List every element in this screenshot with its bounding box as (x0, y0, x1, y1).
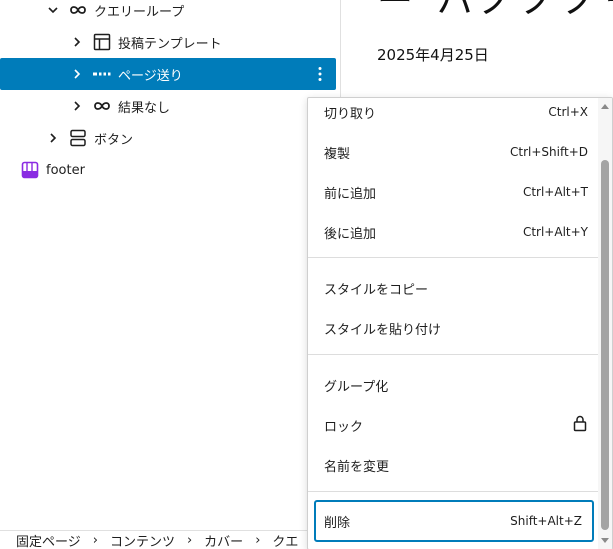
scroll-down-arrow-icon[interactable] (600, 535, 610, 545)
layout-icon (92, 32, 112, 52)
menu-item-label: 切り取り (324, 106, 377, 122)
scrollbar-thumb[interactable] (601, 160, 609, 530)
menu-item-group[interactable]: グループ化 (308, 367, 598, 403)
menu-item-copy-styles[interactable]: スタイルをコピー (308, 270, 598, 306)
breadcrumb-item[interactable]: カバー (204, 531, 243, 549)
chevron-right-icon[interactable] (71, 36, 83, 48)
menu-item-label: 名前を変更 (324, 459, 390, 475)
loop-icon (68, 0, 88, 20)
breadcrumb-item[interactable]: コンテンツ (110, 531, 175, 549)
lock-icon (572, 414, 588, 436)
breadcrumb-chevron-icon: › (92, 532, 98, 548)
list-item-buttons[interactable]: ボタン (0, 122, 336, 154)
list-item-label: ページ送り (118, 68, 183, 84)
menu-item-insert-after[interactable]: 後に追加 Ctrl+Alt+Y (308, 214, 598, 250)
menu-item-shortcut: Shift+Alt+Z (510, 514, 582, 528)
menu-scrollbar[interactable] (598, 98, 612, 549)
menu-item-shortcut: Ctrl+X (548, 105, 588, 119)
options-kebab-icon[interactable] (310, 64, 330, 84)
menu-item-label: スタイルをコピー (324, 282, 429, 298)
menu-item-label: 削除 (324, 515, 351, 531)
buttons-icon (68, 128, 88, 148)
menu-item-label: グループ化 (324, 379, 389, 395)
block-options-menu: 切り取り Ctrl+X 複製 Ctrl+Shift+D 前に追加 Ctrl+Al… (307, 97, 613, 549)
page-heading-fragment: ー ハノノノー (377, 0, 613, 22)
pagination-icon (92, 64, 112, 84)
menu-item-shortcut: Ctrl+Shift+D (510, 145, 588, 159)
template-part-icon (20, 160, 40, 180)
post-date: 2025年4月25日 (377, 46, 489, 64)
list-item-label: 投稿テンプレート (118, 36, 222, 52)
menu-item-paste-styles[interactable]: スタイルを貼り付け (308, 310, 598, 346)
menu-item-label: ロック (324, 419, 364, 435)
menu-item-label: 後に追加 (324, 226, 377, 242)
loop-icon (92, 96, 112, 116)
list-item-no-results[interactable]: 結果なし (0, 90, 336, 122)
scroll-up-arrow-icon[interactable] (600, 102, 610, 112)
list-item-query-loop[interactable]: クエリーループ (0, 0, 336, 26)
breadcrumb-chevron-icon: › (186, 532, 193, 548)
menu-item-label: 複製 (324, 146, 351, 162)
menu-item-lock[interactable]: ロック (308, 407, 598, 443)
chevron-right-icon[interactable] (47, 132, 59, 144)
breadcrumb-chevron-icon: › (255, 532, 261, 548)
menu-item-duplicate[interactable]: 複製 Ctrl+Shift+D (308, 134, 598, 170)
breadcrumb-item[interactable]: クエ (272, 531, 298, 549)
chevron-right-icon[interactable] (71, 100, 83, 112)
menu-item-cut[interactable]: 切り取り Ctrl+X (308, 98, 598, 130)
menu-item-shortcut: Ctrl+Alt+T (522, 185, 588, 199)
menu-separator (308, 491, 600, 492)
chevron-right-icon[interactable] (71, 68, 83, 80)
list-item-label: ボタン (94, 132, 134, 148)
menu-separator (308, 354, 600, 355)
list-item-footer[interactable]: footer (0, 154, 336, 186)
list-item-label: footer (46, 162, 85, 178)
menu-item-label: スタイルを貼り付け (324, 322, 442, 338)
chevron-down-icon[interactable] (47, 4, 59, 16)
list-item-pagination[interactable]: ページ送り (0, 58, 336, 90)
menu-item-label: 前に追加 (324, 186, 377, 202)
menu-item-shortcut: Ctrl+Alt+Y (522, 225, 588, 239)
list-item-label: 結果なし (118, 100, 171, 116)
menu-item-rename[interactable]: 名前を変更 (308, 447, 598, 483)
list-view: クエリーループ 投稿テンプレート ページ送り 結果なし ボタン footer (0, 0, 340, 530)
menu-item-delete[interactable]: 削除 Shift+Alt+Z (314, 500, 594, 542)
list-item-post-template[interactable]: 投稿テンプレート (0, 26, 336, 58)
menu-item-insert-before[interactable]: 前に追加 Ctrl+Alt+T (308, 174, 598, 210)
breadcrumb-item[interactable]: 固定ページ (16, 531, 81, 549)
list-item-label: クエリーループ (94, 4, 185, 20)
menu-separator (308, 257, 600, 258)
